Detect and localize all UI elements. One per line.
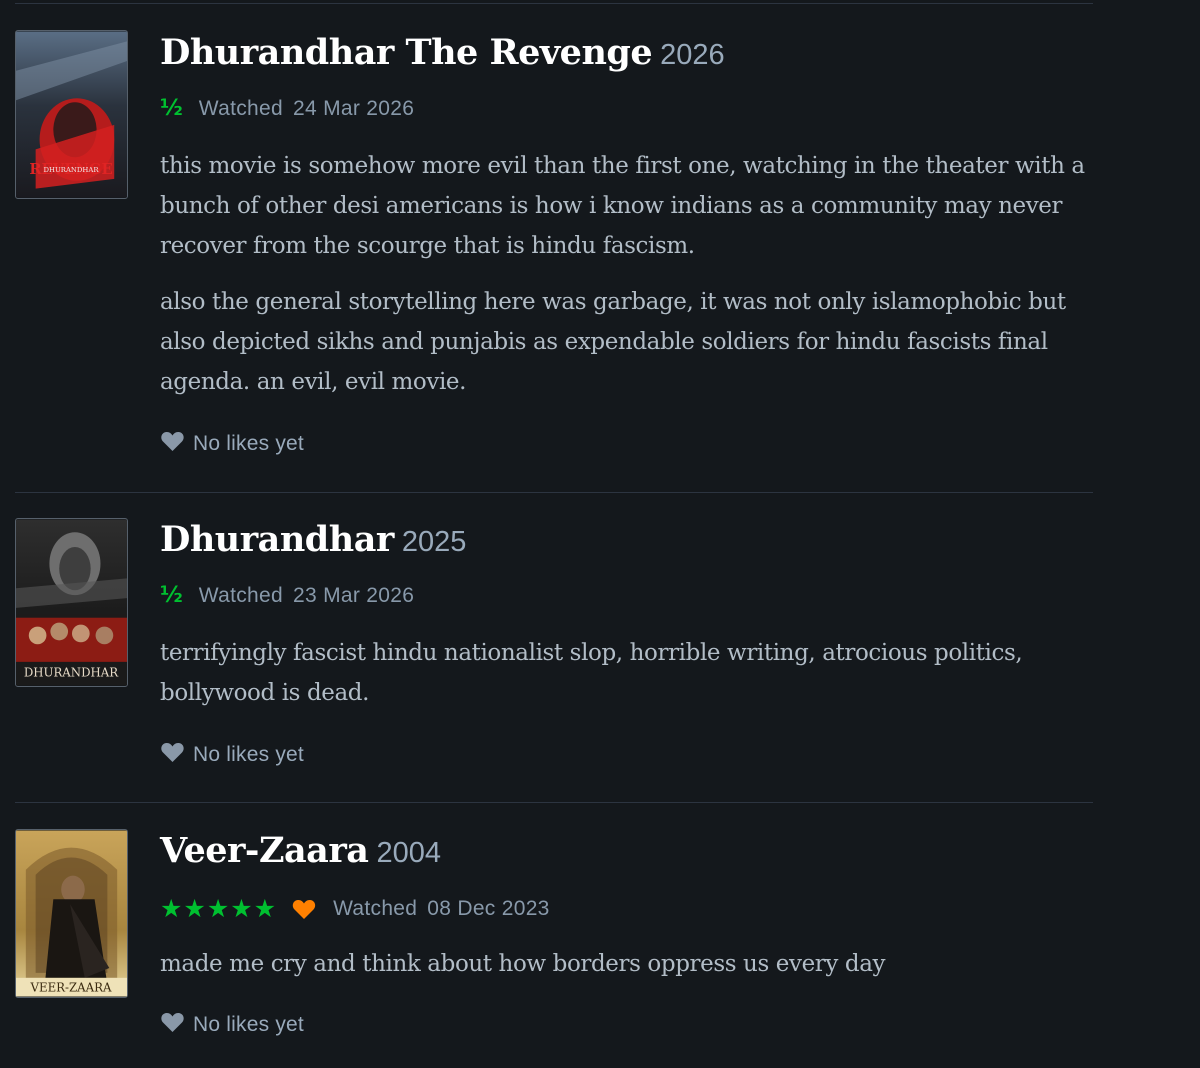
review-meta: ★★★★★ Watched 08 Dec 2023 [160, 894, 550, 923]
poster-image: DHURANDHAR [16, 519, 127, 686]
heart-icon[interactable] [160, 430, 185, 457]
review-meta: ½ Watched 23 Mar 2026 [160, 583, 414, 608]
heart-icon[interactable] [160, 1011, 185, 1038]
film-poster[interactable]: DHURANDHAR [15, 518, 128, 687]
review-meta: ½ Watched 24 Mar 2026 [160, 96, 414, 121]
watched-date-link[interactable]: 08 Dec 2023 [427, 897, 549, 921]
film-title-link[interactable]: Dhurandhar [160, 519, 394, 560]
rating: ½ [160, 583, 183, 608]
film-year-link[interactable]: 2004 [376, 837, 441, 869]
film-year-link[interactable]: 2025 [402, 526, 467, 558]
svg-text:DHURANDHAR: DHURANDHAR [24, 666, 119, 680]
likes-text: No likes yet [193, 742, 304, 766]
title-line: Veer-Zaara 2004 [160, 830, 441, 871]
watched-date-link[interactable]: 23 Mar 2026 [293, 584, 414, 608]
review-divider [15, 492, 1093, 493]
svg-text:VEER-ZAARA: VEER-ZAARA [29, 981, 112, 995]
review-paragraph: also the general storytelling here was g… [160, 289, 1066, 395]
liked-heart-icon [291, 898, 317, 920]
watched-label: Watched [333, 896, 418, 920]
film-year-link[interactable]: 2026 [660, 39, 725, 71]
film-poster[interactable]: REVENGE DHURANDHAR [15, 30, 128, 199]
watched-label: Watched [198, 96, 283, 120]
review-body: terrifyingly fascist hindu nationalist s… [160, 633, 1090, 713]
review-body: made me cry and think about how borders … [160, 944, 1090, 984]
review-divider [15, 802, 1093, 803]
heart-icon[interactable] [160, 741, 185, 768]
rating: ½ [160, 96, 183, 121]
likes-row[interactable]: No likes yet [160, 430, 304, 457]
top-divider [15, 3, 1093, 4]
star-rating: ★★★★★ [160, 894, 278, 923]
watched-date-link[interactable]: 24 Mar 2026 [293, 97, 414, 121]
svg-text:DHURANDHAR: DHURANDHAR [44, 166, 100, 174]
film-poster[interactable]: VEER-ZAARA [15, 829, 128, 998]
film-title-link[interactable]: Dhurandhar The Revenge [160, 32, 653, 73]
watched-label: Watched [198, 583, 283, 607]
likes-row[interactable]: No likes yet [160, 1011, 304, 1038]
title-line: Dhurandhar 2025 [160, 519, 466, 560]
poster-image: VEER-ZAARA [16, 830, 127, 997]
review-paragraph: this movie is somehow more evil than the… [160, 153, 1085, 259]
likes-text: No likes yet [193, 431, 304, 455]
film-title-link[interactable]: Veer-Zaara [160, 830, 369, 871]
likes-text: No likes yet [193, 1012, 304, 1036]
title-line: Dhurandhar The Revenge 2026 [160, 32, 725, 73]
poster-image: REVENGE DHURANDHAR [16, 31, 127, 198]
likes-row[interactable]: No likes yet [160, 741, 304, 768]
review-paragraph: made me cry and think about how borders … [160, 951, 886, 977]
review-paragraph: terrifyingly fascist hindu nationalist s… [160, 640, 1023, 706]
review-body: this movie is somehow more evil than the… [160, 146, 1090, 402]
